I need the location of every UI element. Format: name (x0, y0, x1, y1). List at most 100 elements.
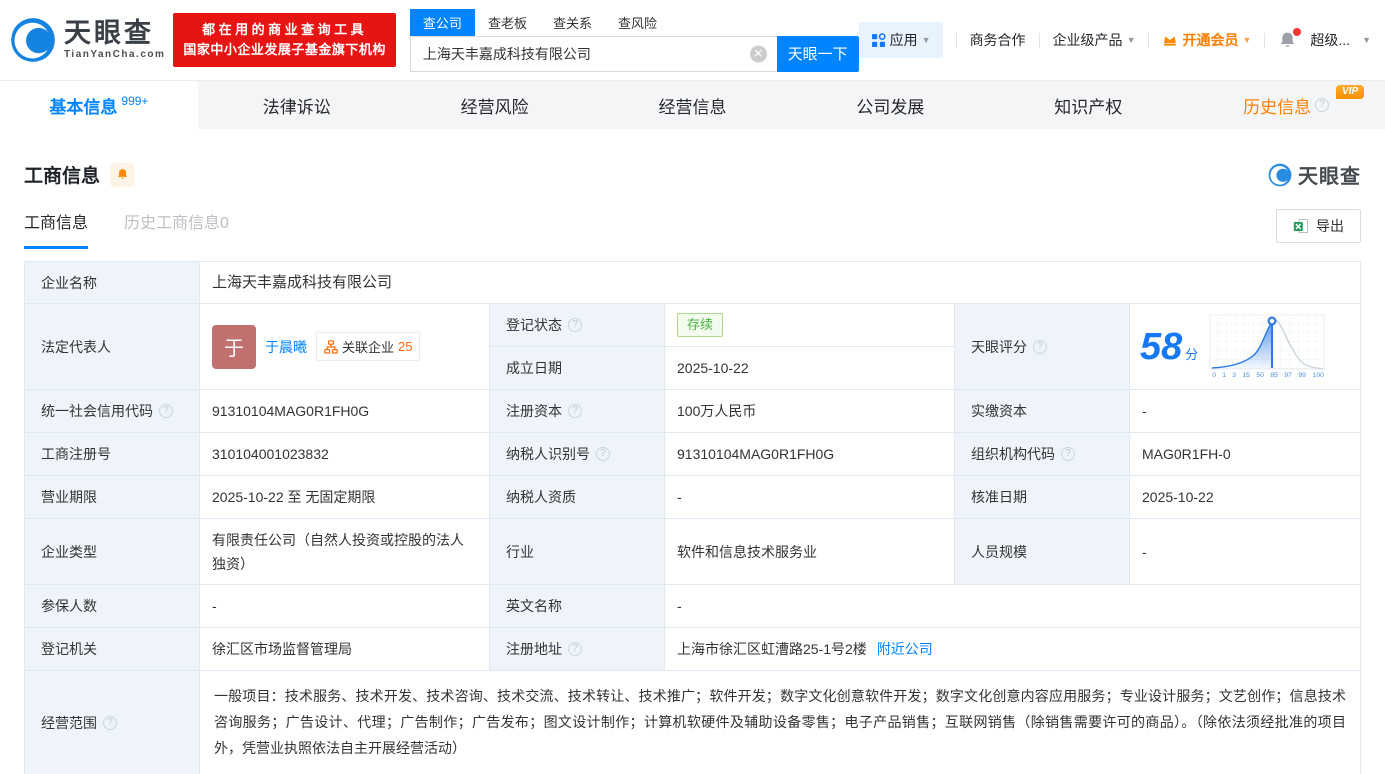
notification-bell[interactable] (1278, 27, 1302, 50)
search-area: 查公司 查老板 查关系 查风险 ✕ 天眼一下 (409, 8, 859, 72)
help-icon[interactable] (596, 447, 610, 461)
tab-operating-risk[interactable]: 经营风险 (396, 81, 594, 129)
company-name-label: 企业名称 (25, 262, 200, 303)
table-row: 法定代表人 于 于晨曦 关联企业 25 登记状态 ? 存续 成立日期 2025-… (25, 304, 1360, 390)
paid-capital-value: - (1130, 390, 1360, 432)
table-row: 参保人数 - 英文名称 - (25, 585, 1360, 628)
subscribe-bell-button[interactable] (110, 162, 135, 187)
legal-rep-name-link[interactable]: 于晨曦 (265, 337, 307, 357)
help-icon[interactable] (1315, 98, 1330, 112)
paid-capital-label: 实缴资本 (955, 390, 1130, 432)
tab-company-development[interactable]: 公司发展 (791, 81, 989, 129)
tab-intellectual-property[interactable]: 知识产权 (989, 81, 1187, 129)
reg-capital-label-text: 注册资本 (506, 403, 562, 419)
tab-legal-proceedings[interactable]: 法律诉讼 (198, 81, 396, 129)
tianyancha-logo[interactable]: 天眼查 TianYanCha.com (10, 17, 165, 63)
taxpayer-id-label-text: 纳税人识别号 (506, 446, 590, 462)
divider (1038, 32, 1040, 48)
org-code-value: MAG0R1FH-0 (1130, 433, 1360, 475)
org-code-label: 组织机构代码 (955, 433, 1130, 475)
legal-rep-avatar[interactable]: 于 (212, 324, 256, 369)
search-tab-boss[interactable]: 查老板 (475, 9, 540, 36)
search-input[interactable] (409, 35, 777, 72)
business-info-table: 企业名称 上海天丰嘉成科技有限公司 法定代表人 于 于晨曦 关联企业 25 登记… (24, 261, 1361, 774)
reg-address-label-text: 注册地址 (506, 641, 562, 657)
related-label: 关联企业 (342, 340, 395, 355)
search-tab-company[interactable]: 查公司 (409, 8, 475, 36)
chevron-down-icon: ▼ (1126, 35, 1136, 45)
search-tabs: 查公司 查老板 查关系 查风险 (409, 8, 859, 36)
reg-address-cell: 上海市徐汇区虹漕路25-1号2楼 附近公司 (665, 628, 1360, 670)
tianyancha-swirl-icon (11, 18, 55, 62)
staff-size-value: - (1130, 519, 1360, 584)
top-nav: 应用 ▼ 商务合作 企业级产品 ▼ 开通会员 ▼ 超级... ▼ (858, 22, 1371, 58)
nav-enterprise-products[interactable]: 企业级产品 ▼ (1053, 30, 1136, 50)
help-icon[interactable] (159, 404, 173, 418)
taxpayer-quality-value: - (665, 476, 955, 518)
divider (1148, 32, 1150, 48)
taxpayer-id-label: 纳税人识别号 (490, 433, 665, 475)
tab-operating-info[interactable]: 经营信息 (594, 81, 792, 129)
nav-super-label: 超级... (1310, 32, 1351, 48)
tab-history-label: 历史信息 (1243, 97, 1312, 117)
search-tab-relation[interactable]: 查关系 (540, 9, 605, 36)
chevron-down-icon: ▼ (1362, 35, 1371, 45)
tab-basic-info[interactable]: 基本信息 999+ (0, 81, 198, 129)
reg-number-value: 310104001023832 (200, 433, 490, 475)
nav-apps-label: 应用 (889, 32, 918, 48)
business-term-value: 2025-10-22 至 无固定期限 (200, 476, 490, 518)
nearby-companies-link[interactable]: 附近公司 (877, 638, 933, 660)
promo-banner: 都在用的商业查询工具 国家中小企业发展子基金旗下机构 (173, 13, 396, 67)
related-count: 25 (398, 339, 413, 354)
taxpayer-quality-label: 纳税人资质 (490, 476, 665, 518)
help-icon[interactable] (568, 404, 582, 418)
english-name-label: 英文名称 (490, 585, 665, 627)
notification-dot (1293, 27, 1302, 36)
export-label: 导出 (1316, 218, 1344, 234)
search-tab-risk[interactable]: 查风险 (605, 9, 670, 36)
help-icon[interactable] (568, 642, 582, 656)
nav-open-vip[interactable]: 开通会员 ▼ (1162, 30, 1251, 50)
org-chart-icon (324, 339, 338, 354)
nav-apps[interactable]: 应用 ▼ (858, 22, 943, 58)
score-marker (1267, 316, 1277, 326)
excel-icon (1293, 219, 1308, 233)
company-type-label: 企业类型 (25, 519, 200, 584)
export-button[interactable]: 导出 (1276, 209, 1361, 243)
reg-authority-label: 登记机关 (25, 628, 200, 670)
help-icon[interactable] (568, 318, 582, 332)
credit-code-value: 91310104MAG0R1FH0G (200, 390, 490, 432)
main-content: 工商信息 天眼查 工商信息 历史工商信息0 导出 企业名称 上海天丰嘉成科技有限… (0, 160, 1385, 774)
tianyancha-watermark: 天眼查 (1268, 160, 1361, 189)
nav-business-cooperation[interactable]: 商务合作 (970, 30, 1026, 50)
reg-number-label: 工商注册号 (25, 433, 200, 475)
taxpayer-id-value: 91310104MAG0R1FH0G (665, 433, 955, 475)
nav-super-account[interactable]: 超级... ▼ (1310, 30, 1371, 50)
logo-brand: 天眼查 (64, 18, 154, 48)
subtab-business-info[interactable]: 工商信息 (24, 209, 89, 249)
staff-size-label: 人员规模 (955, 519, 1130, 584)
industry-value: 软件和信息技术服务业 (665, 519, 955, 584)
credit-code-label: 统一社会信用代码 (25, 390, 200, 432)
search-button[interactable]: 天眼一下 (776, 35, 859, 72)
help-icon[interactable] (1061, 447, 1075, 461)
table-row: 企业名称 上海天丰嘉成科技有限公司 (25, 262, 1360, 304)
reg-address-label: 注册地址 (490, 628, 665, 670)
help-icon[interactable] (103, 715, 117, 730)
status-badge: 存续 (677, 313, 724, 337)
approval-date-label: 核准日期 (955, 476, 1130, 518)
tab-basic-label: 基本信息 (49, 97, 118, 117)
tab-history-info[interactable]: VIP 历史信息 (1187, 81, 1385, 129)
industry-label: 行业 (490, 519, 665, 584)
company-type-value: 有限责任公司（自然人投资或控股的法人独资） (200, 519, 490, 584)
score-value: 58 (1140, 325, 1183, 368)
score-cell[interactable]: 58 分 0 1 3 15 50 85 97 99 100 (1130, 304, 1360, 389)
business-term-label: 营业期限 (25, 476, 200, 518)
business-scope-value: 一般项目：技术服务、技术开发、技术咨询、技术交流、技术转让、技术推广；软件开发；… (200, 671, 1360, 774)
subtab-history-business-info[interactable]: 历史工商信息0 (124, 209, 229, 249)
table-row: 营业期限 2025-10-22 至 无固定期限 纳税人资质 - 核准日期 202… (25, 476, 1360, 519)
clear-search-icon[interactable]: ✕ (749, 45, 767, 62)
related-companies-badge[interactable]: 关联企业 25 (316, 332, 421, 361)
help-icon[interactable] (1033, 339, 1047, 354)
table-row: 企业类型 有限责任公司（自然人投资或控股的法人独资） 行业 软件和信息技术服务业… (25, 519, 1360, 585)
